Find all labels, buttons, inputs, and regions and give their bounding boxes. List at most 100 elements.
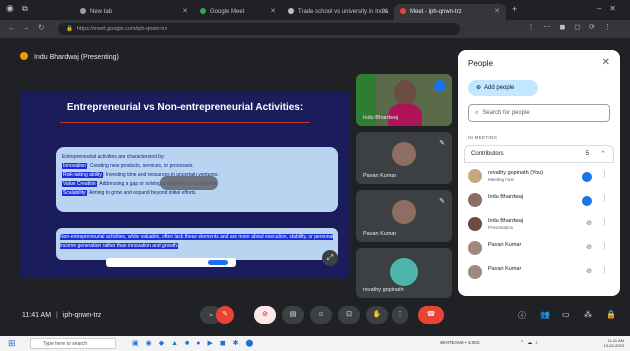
tab-meet-active[interactable]: Meet - iph-qnwn-trz ✕ (394, 4, 506, 20)
search-icon: ⌕ (475, 110, 479, 116)
search-people-input[interactable]: ⌕ Search for people (468, 104, 610, 122)
mic-off-icon: ⊘ (586, 268, 592, 275)
meeting-time-and-code: 11:41 AM | iph-qnwn-trz (22, 312, 102, 319)
slide-paragraph: Non-entrepreneurial activities, while va… (60, 234, 334, 249)
presenter-label: Indu Bhardwaj (Presenting) (20, 52, 119, 61)
close-icon[interactable]: ✕ (602, 57, 610, 68)
speaking-indicator-icon (582, 196, 592, 206)
tab-google-meet[interactable]: Google Meet ✕ (194, 4, 282, 20)
add-person-icon: ⊕ (476, 85, 482, 91)
tab-search-icon[interactable]: ⧉ (22, 4, 28, 14)
activities-icon[interactable]: ⁂ (584, 310, 592, 319)
more-options-icon[interactable]: ⋮ (601, 242, 608, 250)
participant-name: revathy gopinath (363, 287, 404, 293)
captions-toggle-button[interactable]: ▤ (282, 306, 304, 324)
speaking-indicator-icon (434, 80, 446, 92)
participant-name: Pavan Kumar (363, 173, 397, 179)
slide-point: Scalability: Aiming to grow and expand b… (62, 190, 197, 196)
tab-trade-school[interactable]: Trade school vs university in India ✕ (282, 4, 394, 20)
participant-tile[interactable]: ✎ Pavan Kumar (356, 190, 452, 242)
popup-action-button[interactable] (208, 260, 228, 265)
slide-point: Innovation: Creating new products, servi… (62, 163, 194, 169)
slide-title: Entrepreneurial vs Non-entrepreneurial A… (66, 102, 304, 113)
contributors-group-header[interactable]: Contributors 5 ⌃ (464, 145, 614, 163)
participant-row[interactable]: Indu Bhardwaj Presentation ⊘ ⋮ (464, 214, 614, 236)
more-options-icon[interactable]: ⋮ (601, 218, 608, 226)
more-options-icon[interactable]: ⋮ (601, 194, 608, 202)
avatar (468, 241, 482, 255)
people-icon[interactable]: 👥 (540, 310, 550, 319)
participant-tile[interactable]: ✎ Pavan Kumar (356, 132, 452, 184)
system-tray-icons[interactable]: ⌃☁♪ (520, 340, 541, 346)
slide-hover-controls[interactable] (160, 176, 218, 190)
host-controls-icon[interactable]: 🔒 (606, 310, 616, 319)
more-options-icon[interactable]: ⋮ (601, 170, 608, 178)
participant-row[interactable]: Indu Bhardwaj ⋮ (464, 190, 614, 212)
taskbar-search-input[interactable]: Type here to search (30, 338, 116, 349)
add-people-button[interactable]: ⊕ Add people (468, 80, 538, 96)
slide-paragraph-callout: Non-entrepreneurial activities, while va… (56, 228, 338, 260)
info-icon[interactable]: ⓘ (518, 310, 526, 321)
tab-new-tab[interactable]: New tab ✕ (74, 4, 194, 20)
browser-toolbar: ← → ↻ 🔒 https://meet.google.com/iph-qnwn-… (0, 20, 630, 38)
participant-tile[interactable]: revathy gopinath (356, 248, 452, 298)
mic-off-icon: ✎ (439, 198, 445, 205)
participant-row[interactable]: Pavan Kumar ⊘ ⋮ (464, 262, 614, 284)
participant-name: Indu Bhardwaj (363, 115, 399, 121)
taskbar-app-icons[interactable]: ▣◉◆▲■●▶◼✱⬤ (132, 339, 260, 347)
more-options-button[interactable]: ⋮ (392, 306, 408, 324)
participant-tile[interactable]: Indu Bhardwaj (356, 74, 452, 126)
presenter-avatar (20, 52, 28, 60)
reload-icon[interactable]: ↻ (38, 23, 45, 32)
chrome-menu-icon[interactable]: ◉ (6, 3, 14, 14)
chevron-up-icon[interactable]: ⌃ (600, 150, 606, 158)
text-selection-popup[interactable] (106, 258, 236, 267)
avatar (468, 265, 482, 279)
participant-video (394, 80, 416, 106)
avatar (468, 169, 482, 183)
address-bar[interactable]: 🔒 https://meet.google.com/iph-qnwn-trz (58, 23, 460, 35)
participant-row[interactable]: revathy gopinath (You) Meeting host ⋮ (464, 166, 614, 188)
mic-off-button[interactable]: ✎ (216, 306, 234, 324)
window-controls[interactable]: –✕ (597, 4, 624, 13)
participant-name: Pavan Kumar (363, 231, 397, 237)
tab-close-icon[interactable]: ✕ (494, 7, 500, 15)
more-options-icon[interactable]: ⋮ (601, 266, 608, 274)
back-arrow-icon[interactable]: ← (8, 23, 16, 32)
slide-title-underline (60, 122, 310, 123)
lock-icon: 🔒 (66, 26, 73, 32)
windows-start-icon[interactable]: ⊞ (8, 338, 16, 349)
globe-favicon-icon (288, 8, 294, 14)
emoji-button[interactable]: ☺ (310, 306, 332, 324)
mic-off-icon: ⊘ (586, 244, 592, 251)
panel-title: People (468, 59, 493, 68)
meet-favicon-icon (200, 8, 206, 14)
forward-arrow-icon[interactable]: → (22, 23, 30, 32)
browser-tab-strip: ◉ ⧉ New tab ✕ Google Meet ✕ Trade school… (0, 0, 630, 20)
windows-taskbar: ⊞ Type here to search ▣◉◆▲■●▶◼✱⬤ WHITEAN… (0, 336, 630, 351)
section-label: IN MEETING (468, 135, 498, 140)
new-tab-plus-icon[interactable]: + (512, 4, 517, 14)
extension-icons[interactable]: ⋮⋯◼◻⟳⋮ (528, 23, 621, 31)
tab-close-icon[interactable]: ✕ (182, 7, 188, 15)
slide-intro: Entrepreneurial activities are character… (62, 154, 165, 160)
leave-call-button[interactable]: ☎ (418, 306, 444, 324)
tab-close-icon[interactable]: ✕ (270, 7, 276, 15)
present-now-button[interactable]: ⊡ (338, 306, 360, 324)
chat-icon[interactable]: ▭ (562, 310, 570, 319)
taskbar-clock[interactable]: 11:41 AM 13-04-2023 (604, 338, 624, 348)
tab-close-icon[interactable]: ✕ (382, 7, 388, 15)
fullscreen-toggle-icon[interactable]: ⤢ (322, 250, 338, 266)
recording-favicon-icon (400, 8, 406, 14)
people-panel: People ✕ ⊕ Add people ⌕ Search for people … (458, 50, 620, 296)
contributors-count: 5 (585, 151, 589, 157)
avatar (468, 193, 482, 207)
weather-widget[interactable]: WHITEANS • 1:00C (440, 340, 480, 345)
camera-off-button[interactable]: ⊘ (254, 306, 276, 324)
speaking-indicator-icon (582, 172, 592, 182)
presentation-slide: Entrepreneurial vs Non-entrepreneurial A… (20, 92, 350, 278)
mic-off-icon: ⊘ (586, 220, 592, 227)
participant-row[interactable]: Pavan Kumar ⊘ ⋮ (464, 238, 614, 260)
avatar (468, 217, 482, 231)
raise-hand-button[interactable]: ✋ (366, 306, 388, 324)
